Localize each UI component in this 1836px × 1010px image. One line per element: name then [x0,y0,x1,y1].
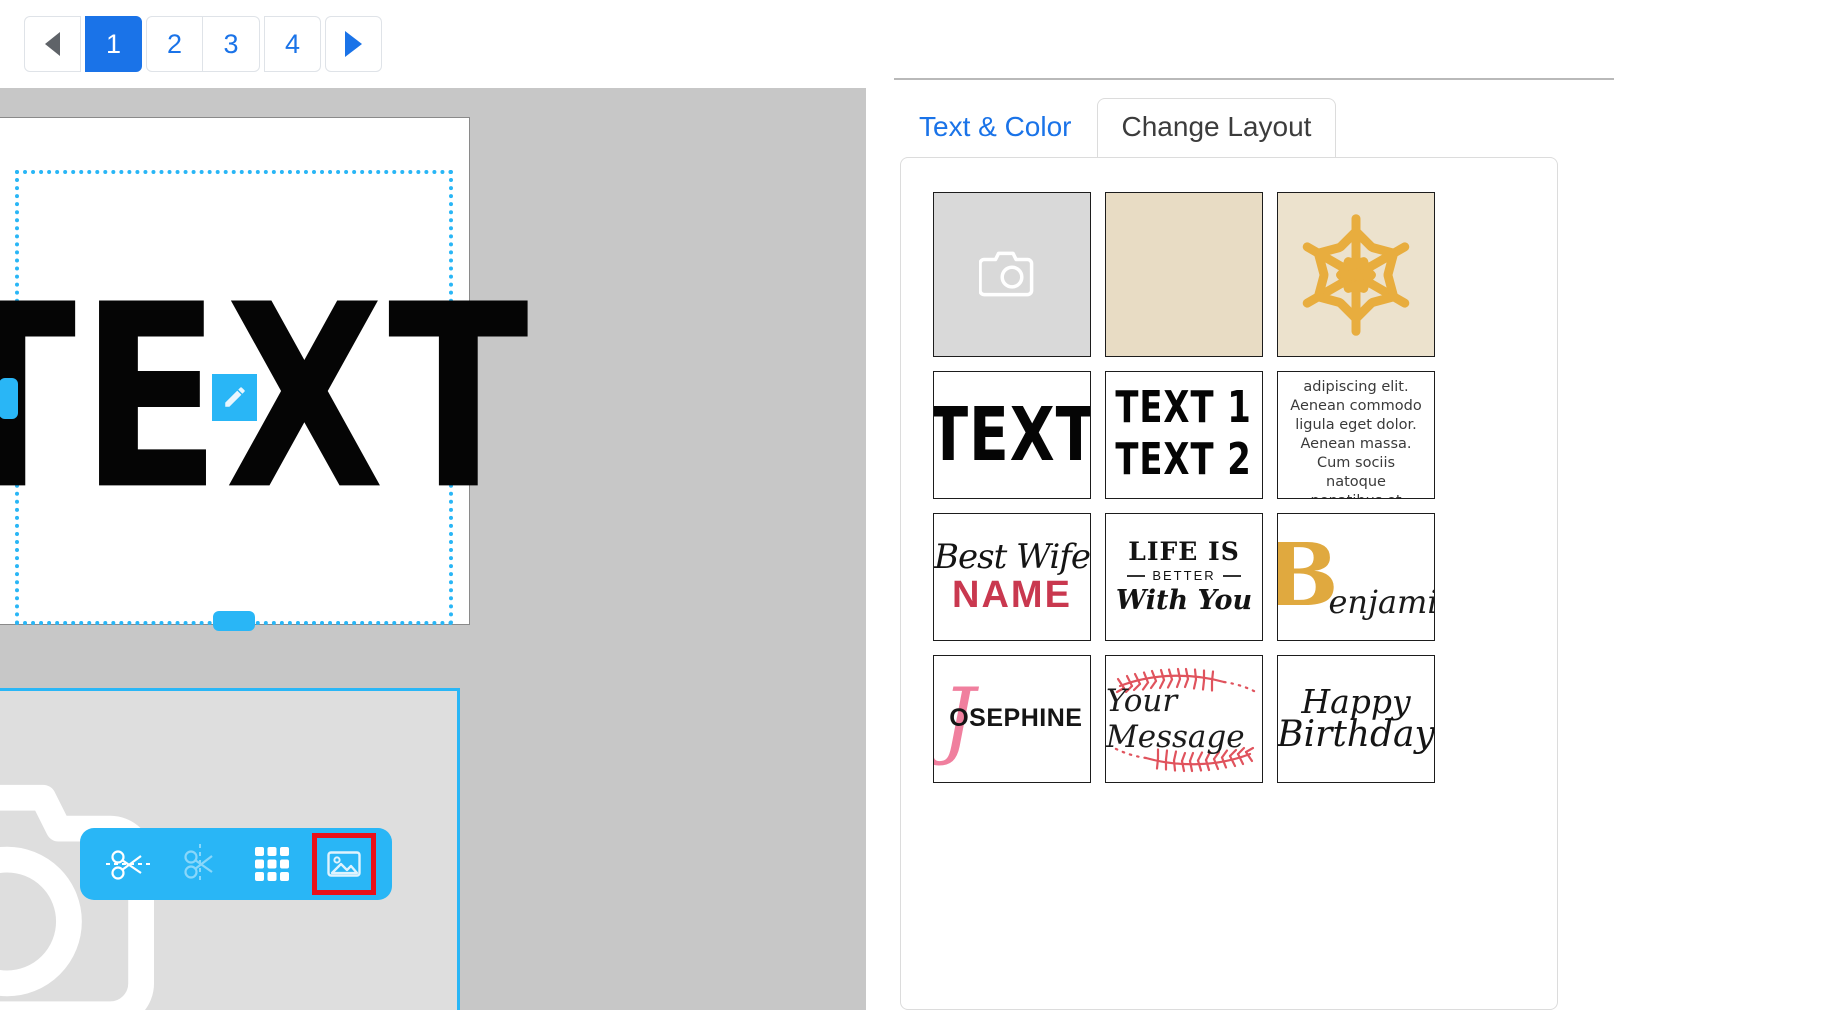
layout-thumb-happy-birthday-line-2: Birthday [1277,713,1435,755]
layout-thumb-your-message-content: Your Message [1106,656,1262,782]
cut-horizontal-button[interactable] [100,837,156,891]
layout-thumb-lines: TEXT 1 TEXT 2 [1111,387,1256,485]
pagination-page-3[interactable]: 3 [203,16,260,72]
pagination-next-button[interactable] [325,16,382,72]
layout-thumb-best-wife-script: Best Wife [934,537,1090,577]
layout-options-card: TEXT TEXT 1 TEXT 2 Lorem ipsum dolor sit… [900,157,1558,1010]
layout-thumb-happy-birthday-line-1: Happy [1301,682,1411,722]
pagination-prev-button[interactable] [24,16,81,72]
triangle-right-icon [345,31,362,57]
layout-thumb-happy-birthday-content: Happy Birthday [1277,682,1435,755]
layout-thumb-text-two-lines[interactable]: TEXT 1 TEXT 2 [1105,371,1263,499]
options-panel: Text & Color Change Layout TEXT TEXT 1 T… [894,0,1836,1010]
panel-tabs: Text & Color Change Layout [894,98,1337,158]
tab-text-and-color[interactable]: Text & Color [894,98,1097,158]
tab-change-layout[interactable]: Change Layout [1096,98,1337,158]
rule-right-icon [1222,575,1241,577]
layout-thumb-happy-birthday[interactable]: Happy Birthday [1277,655,1435,783]
image-icon [327,851,361,877]
layout-thumb-life-content: LIFE IS BETTER With You [1115,536,1253,616]
snowflake-icon [1302,213,1410,336]
layout-thumb-solid-beige[interactable] [1105,192,1263,357]
layout-thumb-best-wife-content: Best Wife NAME [934,540,1090,614]
layout-thumb-life-top: LIFE IS [1128,536,1240,566]
layout-thumb-life-is-better[interactable]: LIFE IS BETTER With You [1105,513,1263,641]
app-root: 1 2 3 4 Add to Basket TEXT [0,0,1836,1010]
layout-thumb-josephine-content: J OSEPHINE [942,677,1083,761]
layout-thumb-life-mid: BETTER [1152,568,1216,584]
element-toolbar [80,828,392,900]
pagination-page-group-3: 4 [264,16,321,72]
layout-thumb-life-bottom: With You [1115,584,1253,616]
cut-vertical-icon [184,844,213,884]
triangle-left-icon [45,32,60,56]
text-selection-box[interactable]: TEXT [0,170,529,631]
resize-handle-left[interactable] [0,377,18,419]
layout-thumb-text[interactable]: TEXT [933,371,1091,499]
layout-thumb-best-wife[interactable]: Best Wife NAME [933,513,1091,641]
layout-thumb-best-wife-name: NAME [952,574,1072,616]
pagination-page-4[interactable]: 4 [264,16,321,72]
pagination-page-group-1: 1 [85,16,142,72]
layout-thumb-josephine[interactable]: J OSEPHINE [933,655,1091,783]
layout-thumb-paragraph[interactable]: Lorem ipsum dolor sit amet, consectetuer… [1277,371,1435,499]
pagination: 1 2 3 4 [24,16,382,72]
layout-thumb-line-1: TEXT 1 [1115,383,1253,433]
editor-workspace[interactable]: TEXT [0,88,866,1010]
layout-thumb-line-2: TEXT 2 [1115,435,1253,485]
layout-thumb-life-mid-row: BETTER [1116,569,1252,583]
grid-button[interactable] [244,837,300,891]
image-button[interactable] [312,833,376,895]
pagination-page-2[interactable]: 2 [146,16,203,72]
layout-thumb-your-message-text: Your Message [1106,683,1245,755]
canvas-page[interactable]: TEXT [0,117,529,631]
layout-thumbnail-grid: TEXT TEXT 1 TEXT 2 Lorem ipsum dolor sit… [933,192,1435,783]
cut-horizontal-icon [106,850,150,880]
layout-thumb-your-message[interactable]: Your Message [1105,655,1263,783]
edit-text-button[interactable] [212,373,257,421]
layout-thumb-paragraph-text: Lorem ipsum dolor sit amet, consectetuer… [1290,372,1422,498]
pencil-icon [224,387,245,407]
layout-thumb-benjamin-rest: enjamin [1328,582,1434,621]
resize-handle-bottom[interactable] [213,611,255,631]
layout-thumb-snowflake[interactable] [1277,192,1435,357]
grid-icon [255,847,289,881]
pagination-page-1[interactable]: 1 [85,16,142,72]
panel-divider [894,78,1614,80]
layout-thumb-benjamin[interactable]: B enjamin [1277,513,1435,641]
cut-vertical-button[interactable] [172,837,228,891]
layout-thumb-benjamin-content: B enjamin [1278,532,1434,620]
pagination-page-group-2: 2 3 [146,16,260,72]
layout-thumb-text-label: TEXT [933,390,1091,479]
layout-thumb-josephine-rest: OSEPHINE [949,704,1083,733]
camera-icon [979,251,1034,296]
layout-thumb-photo[interactable] [933,192,1091,357]
rule-left-icon [1127,575,1146,577]
